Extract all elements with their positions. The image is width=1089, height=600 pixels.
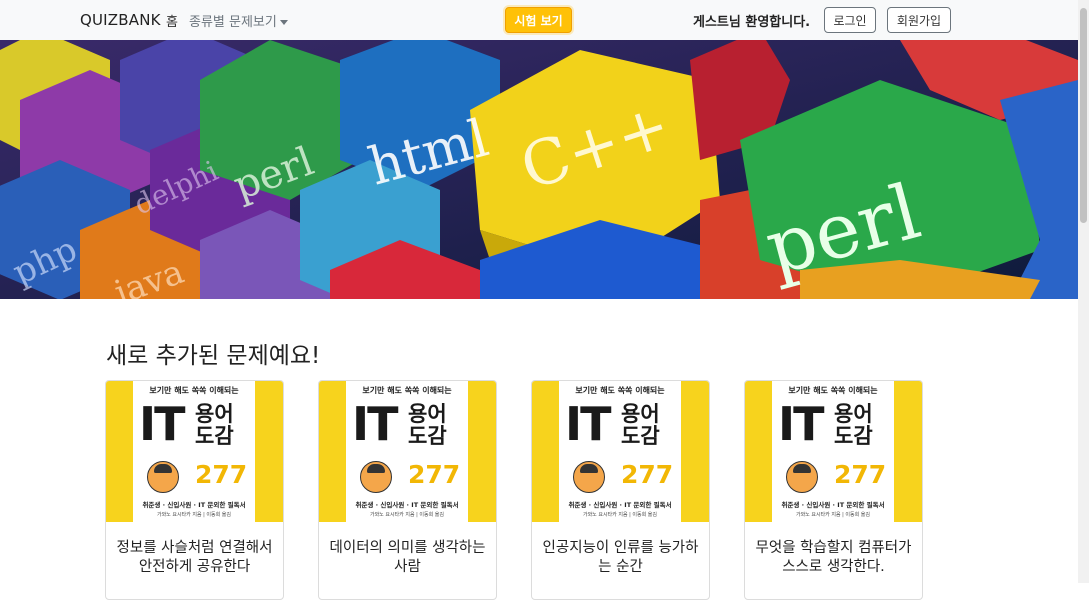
- login-button[interactable]: 로그인: [824, 7, 876, 33]
- book-cover-image: 보기만 해도 쏙쏙 이해되는 IT 용어 도감 277 취준생 · 신입사원 · …: [106, 381, 283, 522]
- quiz-card[interactable]: 보기만 해도 쏙쏙 이해되는 IT 용어 도감 277 취준생 · 신입사원 · …: [744, 380, 923, 600]
- nav-home-link[interactable]: 홈: [166, 11, 178, 30]
- hero-banner: perl html C++ perl php java delphi: [0, 40, 1078, 299]
- programming-languages-hex-image: perl html C++ perl php java delphi: [0, 40, 1078, 299]
- book-cover-image: 보기만 해도 쏙쏙 이해되는 IT 용어 도감 277 취준생 · 신입사원 · …: [319, 381, 496, 522]
- book-it-text: IT: [778, 397, 824, 451]
- caret-down-icon: [279, 20, 288, 25]
- card-title[interactable]: 데이터의 의미를 생각하는 사람: [329, 539, 486, 577]
- book-side-text: 용어 도감: [195, 402, 234, 448]
- book-top-text: 보기만 해도 쏙쏙 이해되는: [149, 386, 239, 395]
- book-top-text: 보기만 해도 쏙쏙 이해되는: [362, 386, 452, 395]
- scrollbar-thumb[interactable]: [1080, 8, 1087, 223]
- book-author: 가와노 요시타카 지음 | 이동희 옮김: [156, 512, 232, 518]
- book-top-text: 보기만 해도 쏙쏙 이해되는: [788, 386, 878, 395]
- card-title[interactable]: 정보를 사슬처럼 연결해서 안전하게 공유한다: [116, 539, 273, 577]
- welcome-text: 게스트님 환영합니다.: [693, 15, 811, 30]
- book-number: 277: [408, 460, 461, 489]
- character-illustration: [786, 461, 818, 493]
- book-subtitle: 취준생 · 신입사원 · IT 문외한 필독서: [781, 501, 885, 509]
- quiz-card[interactable]: 보기만 해도 쏙쏙 이해되는 IT 용어 도감 277 취준생 · 신입사원 · …: [531, 380, 710, 600]
- book-it-text: IT: [352, 397, 398, 451]
- book-number: 277: [195, 460, 248, 489]
- book-author: 가와노 요시타카 지음 | 이동희 옮김: [369, 512, 445, 518]
- character-illustration: [147, 461, 179, 493]
- section-title: 새로 추가된 문제예요!: [106, 343, 321, 369]
- card-title[interactable]: 무엇을 학습할지 컴퓨터가 스스로 생각한다.: [755, 539, 912, 577]
- book-subtitle: 취준생 · 신입사원 · IT 문외한 필독서: [355, 501, 459, 509]
- quiz-card[interactable]: 보기만 해도 쏙쏙 이해되는 IT 용어 도감 277 취준생 · 신입사원 · …: [318, 380, 497, 600]
- book-side-text: 용어 도감: [408, 402, 447, 448]
- book-author: 가와노 요시타카 지음 | 이동희 옮김: [582, 512, 658, 518]
- character-illustration: [573, 461, 605, 493]
- book-side-text: 용어 도감: [834, 402, 873, 448]
- book-author: 가와노 요시타카 지음 | 이동희 옮김: [795, 512, 871, 518]
- brand-logo[interactable]: QUIZBANK: [80, 11, 161, 29]
- quiz-card[interactable]: 보기만 해도 쏙쏙 이해되는 IT 용어 도감 277 취준생 · 신입사원 · …: [105, 380, 284, 600]
- book-number: 277: [834, 460, 887, 489]
- character-illustration: [360, 461, 392, 493]
- book-it-text: IT: [139, 397, 185, 451]
- book-subtitle: 취준생 · 신입사원 · IT 문외한 필독서: [142, 501, 246, 509]
- navbar: QUIZBANK 홈 종류별 문제보기 시험 보기 게스트님 환영합니다. 로그…: [0, 0, 1078, 40]
- book-cover-image: 보기만 해도 쏙쏙 이해되는 IT 용어 도감 277 취준생 · 신입사원 · …: [532, 381, 709, 522]
- vertical-scrollbar[interactable]: [1078, 0, 1089, 583]
- card-title[interactable]: 인공지능이 인류를 능가하는 순간: [542, 539, 699, 577]
- take-exam-button[interactable]: 시험 보기: [505, 7, 572, 33]
- book-number: 277: [621, 460, 674, 489]
- category-dropdown[interactable]: 종류별 문제보기: [189, 11, 288, 30]
- book-cover-image: 보기만 해도 쏙쏙 이해되는 IT 용어 도감 277 취준생 · 신입사원 · …: [745, 381, 922, 522]
- book-it-text: IT: [565, 397, 611, 451]
- book-side-text: 용어 도감: [621, 402, 660, 448]
- signup-button[interactable]: 회원가입: [887, 7, 951, 33]
- book-subtitle: 취준생 · 신입사원 · IT 문외한 필독서: [568, 501, 672, 509]
- category-dropdown-label: 종류별 문제보기: [189, 15, 277, 30]
- book-top-text: 보기만 해도 쏙쏙 이해되는: [575, 386, 665, 395]
